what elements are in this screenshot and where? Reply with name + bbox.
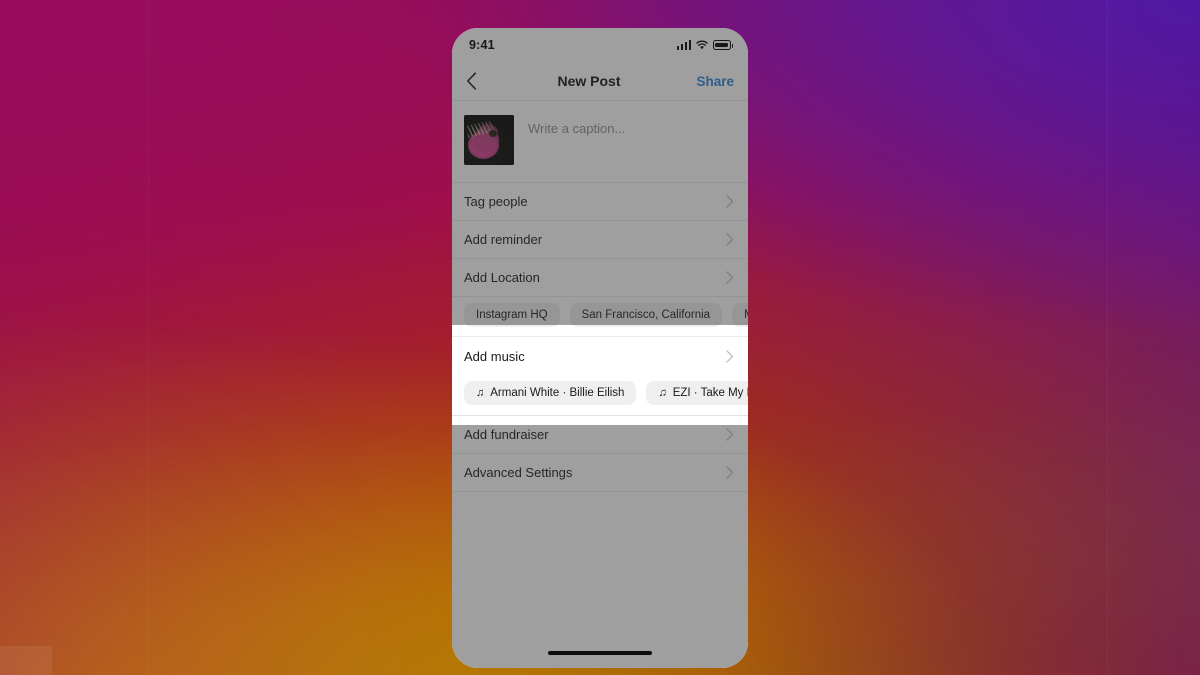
option-row-advanced-settings[interactable]: Advanced Settings <box>452 454 748 492</box>
chevron-right-icon <box>722 233 734 246</box>
battery-full-icon <box>713 40 734 50</box>
option-label: Add Location <box>464 270 540 285</box>
option-label: Add reminder <box>464 232 543 247</box>
caption-row[interactable]: Write a caption... <box>452 101 748 183</box>
option-label: Tag people <box>464 194 528 209</box>
thumbnail-vignette <box>464 115 514 165</box>
status-bar-clock: 9:41 <box>469 38 495 52</box>
music-suggestions: ♫ Armani White · Billie Eilish ♫ EZI · T… <box>452 375 748 416</box>
chevron-right-icon <box>722 349 734 363</box>
empty-area <box>452 492 748 668</box>
screen: 9:41 New Post Share Write a caption... T… <box>0 0 1200 675</box>
chevron-right-icon <box>722 428 734 441</box>
option-row-add-location[interactable]: Add Location <box>452 259 748 297</box>
option-label: Add fundraiser <box>464 427 549 442</box>
music-note-icon: ♫ <box>476 387 485 399</box>
option-row-add-music[interactable]: Add music <box>452 337 748 375</box>
status-bar-icons <box>676 40 734 50</box>
page-title: New Post <box>557 73 621 89</box>
chevron-left-icon <box>467 72 477 90</box>
option-row-tag-people[interactable]: Tag people <box>452 183 748 221</box>
share-button[interactable]: Share <box>690 74 734 89</box>
nav-bar: New Post Share <box>452 62 748 101</box>
chevron-right-icon <box>722 271 734 284</box>
wallpaper-seam-left <box>148 0 149 675</box>
option-row-add-fundraiser[interactable]: Add fundraiser <box>452 416 748 454</box>
phone-mockup: 9:41 New Post Share Write a caption... T… <box>452 28 748 668</box>
caption-input[interactable]: Write a caption... <box>528 115 625 136</box>
chevron-right-icon <box>722 195 734 208</box>
post-thumbnail[interactable] <box>464 115 514 165</box>
location-chip[interactable]: Instagram HQ <box>464 303 560 327</box>
music-chip[interactable]: ♫ Armani White · Billie Eilish <box>464 381 637 405</box>
music-chip-label: Armani White · Billie Eilish <box>490 387 625 399</box>
music-chip-label: EZI · Take My Br <box>672 387 748 399</box>
option-label: Advanced Settings <box>464 465 573 480</box>
location-chip[interactable]: San Francisco, California <box>569 303 723 327</box>
status-bar: 9:41 <box>452 28 748 62</box>
wifi-icon <box>696 40 708 50</box>
signal-bars-icon <box>676 40 691 50</box>
location-chip[interactable]: Men <box>732 303 748 327</box>
home-indicator-bar[interactable] <box>548 650 652 655</box>
location-suggestions: Instagram HQ San Francisco, California M… <box>452 297 748 337</box>
option-label: Add music <box>464 348 525 364</box>
chevron-right-icon <box>722 466 734 479</box>
wallpaper-seam-right <box>1107 0 1108 675</box>
music-chip[interactable]: ♫ EZI · Take My Br <box>646 381 748 405</box>
add-music-section: Add music ♫ Armani White · Billie Eilish… <box>452 337 748 416</box>
wallpaper-corner-block <box>0 646 52 675</box>
music-note-icon: ♫ <box>658 387 667 399</box>
back-button[interactable] <box>466 72 488 90</box>
option-row-add-reminder[interactable]: Add reminder <box>452 221 748 259</box>
